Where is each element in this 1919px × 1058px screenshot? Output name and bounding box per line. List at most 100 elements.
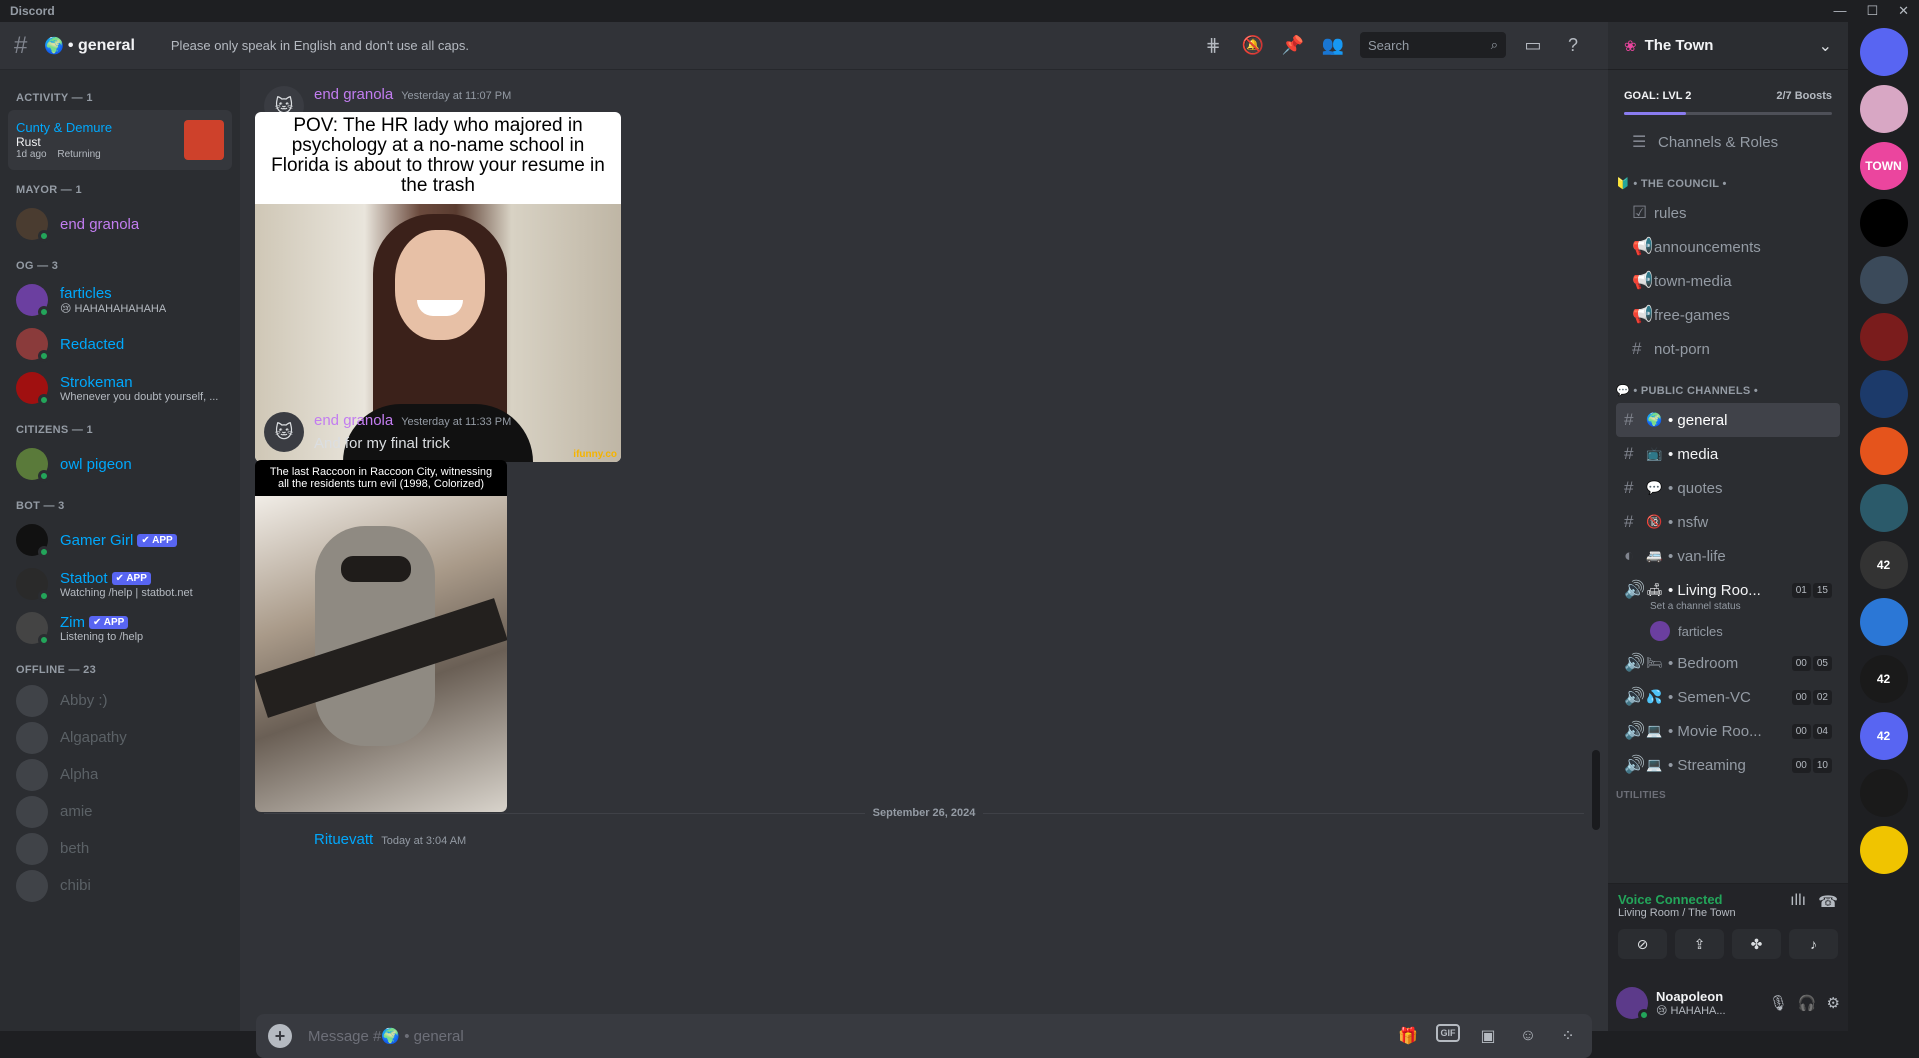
member-name: amie	[60, 803, 93, 820]
server-icon[interactable]	[1859, 826, 1908, 874]
category-council[interactable]: 🔰 • THE COUNCIL •	[1608, 159, 1848, 196]
soundboard-icon[interactable]: ♪	[1789, 929, 1838, 959]
channel-topic[interactable]: Please only speak in English and don't u…	[155, 38, 469, 53]
category-public[interactable]: 💬 • PUBLIC CHANNELS •	[1608, 366, 1848, 403]
member-item[interactable]: end granola	[8, 202, 240, 246]
channel-item[interactable]: 📢 town-media	[1624, 264, 1840, 298]
member-item[interactable]: farticles 😢 HAHAHAHAHAHA	[8, 278, 240, 322]
noise-suppression-icon[interactable]: ıllı	[1790, 892, 1806, 919]
apps-icon[interactable]: ⁘	[1556, 1024, 1580, 1048]
channel-item[interactable]: # 🔞 • nsfw	[1616, 505, 1840, 539]
channel-item[interactable]: # 📺 • media	[1616, 437, 1840, 471]
member-list-icon[interactable]: 👥	[1320, 32, 1346, 58]
message-composer[interactable]: + Message #🌍 • general 🎁 GIF ▣ ☺ ⁘	[256, 1014, 1592, 1058]
member-item[interactable]: Gamer Girl ✔ APP	[8, 518, 240, 562]
voice-member[interactable]: farticles	[1650, 616, 1848, 646]
screen-share-icon[interactable]: ⇪	[1675, 929, 1724, 959]
emoji-icon[interactable]: ☺	[1516, 1024, 1540, 1048]
search-placeholder: Search	[1368, 37, 1410, 53]
member-item[interactable]: chibi	[8, 867, 240, 904]
meme-image-raccoon[interactable]: The last Raccoon in Raccoon City, witnes…	[255, 460, 507, 812]
server-header[interactable]: ❀ The Town ⌄	[1608, 22, 1848, 70]
message-input[interactable]: Message #🌍 • general	[308, 1027, 464, 1045]
server-icon[interactable]	[1859, 313, 1908, 361]
notification-mute-icon[interactable]: 🔕	[1240, 32, 1266, 58]
member-item[interactable]: Algapathy	[8, 719, 240, 756]
speaker-icon: 🔊	[1624, 721, 1646, 740]
home-icon[interactable]	[1859, 28, 1908, 76]
minimize-button[interactable]: —	[1833, 3, 1846, 19]
close-button[interactable]: ✕	[1898, 3, 1909, 19]
avatar	[16, 869, 48, 902]
channels-roles-item[interactable]: ☰ Channels & Roles	[1616, 125, 1840, 159]
voice-location[interactable]: Living Room / The Town	[1618, 907, 1736, 919]
server-icon[interactable]: TOWN	[1859, 142, 1908, 190]
avatar[interactable]: 🐱	[264, 412, 304, 452]
voice-connected-label[interactable]: Voice Connected	[1618, 892, 1736, 907]
gift-icon[interactable]: 🎁	[1396, 1024, 1420, 1048]
avatar[interactable]	[1616, 987, 1650, 1021]
server-icon[interactable]	[1859, 427, 1908, 475]
message-author[interactable]: Rituevatt	[314, 831, 373, 848]
gif-button[interactable]: GIF	[1436, 1024, 1460, 1042]
inbox-icon[interactable]: ▭	[1520, 32, 1546, 58]
maximize-button[interactable]: ☐	[1866, 3, 1878, 19]
channel-item[interactable]: # 🌍 • general	[1616, 403, 1840, 437]
voice-channel-item[interactable]: 🔊 💻 • Movie Roo... 00 04	[1616, 714, 1840, 748]
sticker-icon[interactable]: ▣	[1476, 1024, 1500, 1048]
server-icon[interactable]	[1859, 256, 1908, 304]
server-icon[interactable]	[1859, 199, 1908, 247]
message-author[interactable]: end granola	[314, 412, 393, 429]
headphones-icon[interactable]: 🎧	[1798, 994, 1817, 1012]
chat-scrollbar[interactable]	[1592, 750, 1600, 830]
member-item[interactable]: Abby :)	[8, 682, 240, 719]
message-timestamp: Today at 3:04 AM	[381, 835, 467, 847]
user-name[interactable]: Noapoleon	[1656, 989, 1769, 1004]
help-icon[interactable]: ?	[1560, 32, 1586, 58]
message-author[interactable]: end granola	[314, 86, 393, 103]
server-icon[interactable]: 42	[1859, 541, 1908, 589]
threads-icon[interactable]: ⋕	[1200, 32, 1226, 58]
channel-item[interactable]: ☑ rules	[1624, 196, 1840, 230]
server-icon[interactable]: 42	[1859, 712, 1908, 760]
voice-channel-item[interactable]: 🔊 💦 • Semen-VC 00 02	[1616, 680, 1840, 714]
channel-name: • Movie Roo...	[1668, 722, 1762, 740]
member-item[interactable]: beth	[8, 830, 240, 867]
pin-icon[interactable]: 📌	[1280, 32, 1306, 58]
server-icon[interactable]	[1859, 484, 1908, 532]
microphone-icon[interactable]: 🎙	[1769, 994, 1788, 1012]
server-icon[interactable]	[1859, 85, 1908, 133]
server-icon[interactable]: 42	[1859, 655, 1908, 703]
channel-item[interactable]: # 💬 • quotes	[1616, 471, 1840, 505]
search-input[interactable]: Search ⌕	[1360, 32, 1506, 58]
member-item[interactable]: Alpha	[8, 756, 240, 793]
channel-item[interactable]: # not-porn	[1624, 332, 1840, 366]
voice-channel-item[interactable]: 🔊 🛏 • Bedroom 00 05	[1616, 646, 1840, 680]
add-attachment-button[interactable]: +	[268, 1024, 292, 1048]
server-icon[interactable]	[1859, 370, 1908, 418]
camera-off-icon[interactable]: ⊘	[1618, 929, 1667, 959]
meme-image-hr-lady[interactable]: POV: The HR lady who majored in psycholo…	[255, 112, 621, 462]
boost-goal[interactable]: GOAL: LVL 2 2/7 Boosts	[1608, 70, 1848, 125]
channel-header: # 🌍 • general Please only speak in Engli…	[0, 22, 1608, 70]
server-icon[interactable]	[1859, 769, 1908, 817]
disconnect-icon[interactable]: ☎	[1818, 892, 1838, 919]
gear-icon[interactable]: ⚙	[1827, 994, 1840, 1012]
channel-item[interactable]: ◐ 🚐 • van-life	[1616, 539, 1840, 573]
member-item[interactable]: owl pigeon	[8, 442, 240, 486]
channel-item[interactable]: 📢 announcements	[1624, 230, 1840, 264]
server-icon[interactable]	[1859, 598, 1908, 646]
voice-channel-item[interactable]: 🔊 💻 • Streaming 00 10	[1616, 748, 1840, 782]
voice-channel-item[interactable]: 🔊 🛋 • Living Roo... 01 15	[1616, 573, 1840, 607]
channel-name: • quotes	[1668, 479, 1723, 497]
member-item[interactable]: Statbot ✔ APP Watching /help | statbot.net	[8, 562, 240, 606]
activity-card[interactable]: Cunty & Demure Rust 1d ago Returning	[8, 110, 232, 170]
member-item[interactable]: Zim ✔ APP Listening to /help	[8, 606, 240, 650]
member-item[interactable]: Redacted	[8, 322, 240, 366]
activities-icon[interactable]: ✤	[1732, 929, 1781, 959]
member-item[interactable]: Strokeman Whenever you doubt yourself, ..…	[8, 366, 240, 410]
member-name: end granola	[60, 215, 140, 233]
category-utilities[interactable]: UTILITIES	[1608, 782, 1848, 807]
channel-item[interactable]: 📢 free-games	[1624, 298, 1840, 332]
member-item[interactable]: amie	[8, 793, 240, 830]
